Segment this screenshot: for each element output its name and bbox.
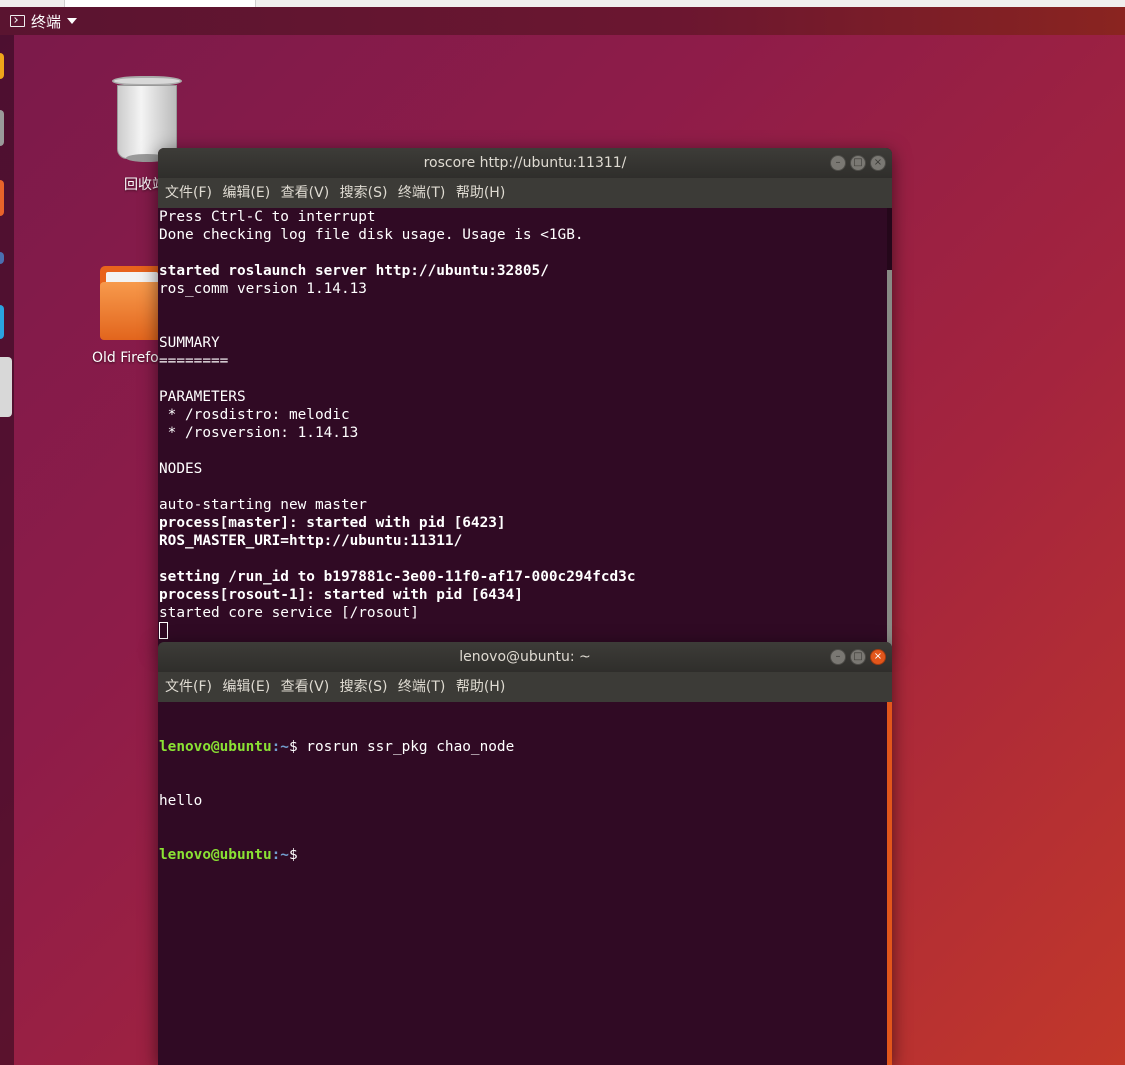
shell-menubar: 文件(F) 编辑(E) 查看(V) 搜索(S) 终端(T) 帮助(H) bbox=[158, 672, 892, 702]
dock-terminal-icon[interactable] bbox=[0, 357, 12, 417]
menu-file[interactable]: 文件(F) bbox=[165, 672, 212, 702]
scrollbar-thumb[interactable] bbox=[887, 702, 892, 1065]
shell-scrollbar[interactable] bbox=[887, 702, 892, 1065]
menu-search[interactable]: 搜索(S) bbox=[340, 178, 388, 208]
folder-label: Old Firefox Data bbox=[92, 350, 158, 366]
dock bbox=[0, 35, 14, 1065]
prompt-path: :~ bbox=[271, 739, 289, 755]
terminal-line: ros_comm version 1.14.13 bbox=[159, 281, 367, 297]
terminal-line: ======== bbox=[159, 353, 229, 369]
terminal-line: process[master]: started with pid [6423] bbox=[159, 515, 506, 531]
terminal-icon bbox=[10, 15, 25, 27]
dock-app-icon[interactable] bbox=[0, 305, 4, 339]
menu-terminal[interactable]: 终端(T) bbox=[398, 178, 445, 208]
app-menu[interactable]: 终端 bbox=[10, 11, 78, 31]
command-text: rosrun ssr_pkg chao_node bbox=[297, 739, 515, 755]
shell-titlebar[interactable]: lenovo@ubuntu: ~ – □ × bbox=[158, 642, 892, 672]
chevron-down-icon bbox=[67, 18, 78, 24]
roscore-window: roscore http://ubuntu:11311/ – □ × 文件(F)… bbox=[158, 148, 892, 648]
maximize-icon[interactable]: □ bbox=[850, 155, 866, 171]
host-tab[interactable] bbox=[64, 0, 256, 7]
prompt-symbol: $ bbox=[288, 847, 298, 863]
shell-terminal-output[interactable]: lenovo@ubuntu:~$ rosrun ssr_pkg chao_nod… bbox=[159, 702, 880, 1065]
prompt-user: lenovo@ubuntu bbox=[159, 847, 272, 863]
prompt-path: :~ bbox=[271, 847, 289, 863]
menu-help[interactable]: 帮助(H) bbox=[456, 672, 505, 702]
terminal-cursor-line bbox=[159, 622, 880, 640]
prompt-line: lenovo@ubuntu:~$ bbox=[159, 846, 880, 864]
terminal-line: process[rosout-1]: started with pid [643… bbox=[159, 587, 523, 603]
menu-edit[interactable]: 编辑(E) bbox=[222, 672, 270, 702]
prompt-symbol: $ bbox=[288, 739, 298, 755]
top-bar: 终端 bbox=[0, 7, 1125, 35]
folder-icon[interactable] bbox=[100, 266, 164, 342]
terminal-line: auto-starting new master bbox=[159, 497, 367, 513]
terminal-line: NODES bbox=[159, 461, 203, 477]
roscore-titlebar[interactable]: roscore http://ubuntu:11311/ – □ × bbox=[158, 148, 892, 178]
dock-software-icon[interactable] bbox=[0, 180, 4, 216]
terminal-line: ROS_MASTER_URI=http://ubuntu:11311/ bbox=[159, 533, 463, 549]
dock-firefox-icon[interactable] bbox=[0, 53, 4, 79]
roscore-terminal-output[interactable]: Press Ctrl-C to interrupt Done checking l… bbox=[159, 208, 880, 648]
minimize-icon[interactable]: – bbox=[830, 155, 846, 171]
dock-files-icon[interactable] bbox=[0, 110, 4, 146]
output-line: hello bbox=[159, 793, 203, 809]
menu-view[interactable]: 查看(V) bbox=[281, 178, 330, 208]
roscore-menubar: 文件(F) 编辑(E) 查看(V) 搜索(S) 终端(T) 帮助(H) bbox=[158, 178, 892, 208]
terminal-line: started core service [/rosout] bbox=[159, 605, 419, 621]
scrollbar-thumb[interactable] bbox=[887, 270, 892, 648]
shell-window: lenovo@ubuntu: ~ – □ × 文件(F) 编辑(E) 查看(V)… bbox=[158, 642, 892, 1065]
maximize-icon[interactable]: □ bbox=[850, 649, 866, 665]
terminal-line: * /rosdistro: melodic bbox=[159, 407, 350, 423]
close-icon[interactable]: × bbox=[870, 155, 886, 171]
menu-terminal[interactable]: 终端(T) bbox=[398, 672, 445, 702]
menu-edit[interactable]: 编辑(E) bbox=[222, 178, 270, 208]
terminal-line: setting /run_id to b197881c-3e00-11f0-af… bbox=[159, 569, 636, 585]
menu-file[interactable]: 文件(F) bbox=[165, 178, 212, 208]
terminal-line: SUMMARY bbox=[159, 335, 220, 351]
menu-search[interactable]: 搜索(S) bbox=[340, 672, 388, 702]
terminal-line: * /rosversion: 1.14.13 bbox=[159, 425, 359, 441]
window-title: roscore http://ubuntu:11311/ bbox=[423, 155, 627, 171]
prompt-user: lenovo@ubuntu bbox=[159, 739, 272, 755]
window-title: lenovo@ubuntu: ~ bbox=[459, 649, 591, 665]
menu-view[interactable]: 查看(V) bbox=[281, 672, 330, 702]
app-menu-label: 终端 bbox=[31, 12, 62, 31]
command-line: lenovo@ubuntu:~$ rosrun ssr_pkg chao_nod… bbox=[159, 738, 880, 756]
dock-help-icon[interactable] bbox=[0, 252, 4, 264]
minimize-icon[interactable]: – bbox=[830, 649, 846, 665]
close-icon[interactable]: × bbox=[870, 649, 886, 665]
cursor bbox=[159, 622, 168, 639]
roscore-scrollbar[interactable] bbox=[887, 208, 892, 648]
terminal-line: PARAMETERS bbox=[159, 389, 246, 405]
terminal-line: started roslaunch server http://ubuntu:3… bbox=[159, 263, 549, 279]
terminal-line: Done checking log file disk usage. Usage… bbox=[159, 227, 584, 243]
menu-help[interactable]: 帮助(H) bbox=[456, 178, 505, 208]
host-tab-strip bbox=[0, 0, 1125, 7]
trash-label: 回收站 bbox=[124, 177, 158, 193]
terminal-line: Press Ctrl-C to interrupt bbox=[159, 209, 376, 225]
